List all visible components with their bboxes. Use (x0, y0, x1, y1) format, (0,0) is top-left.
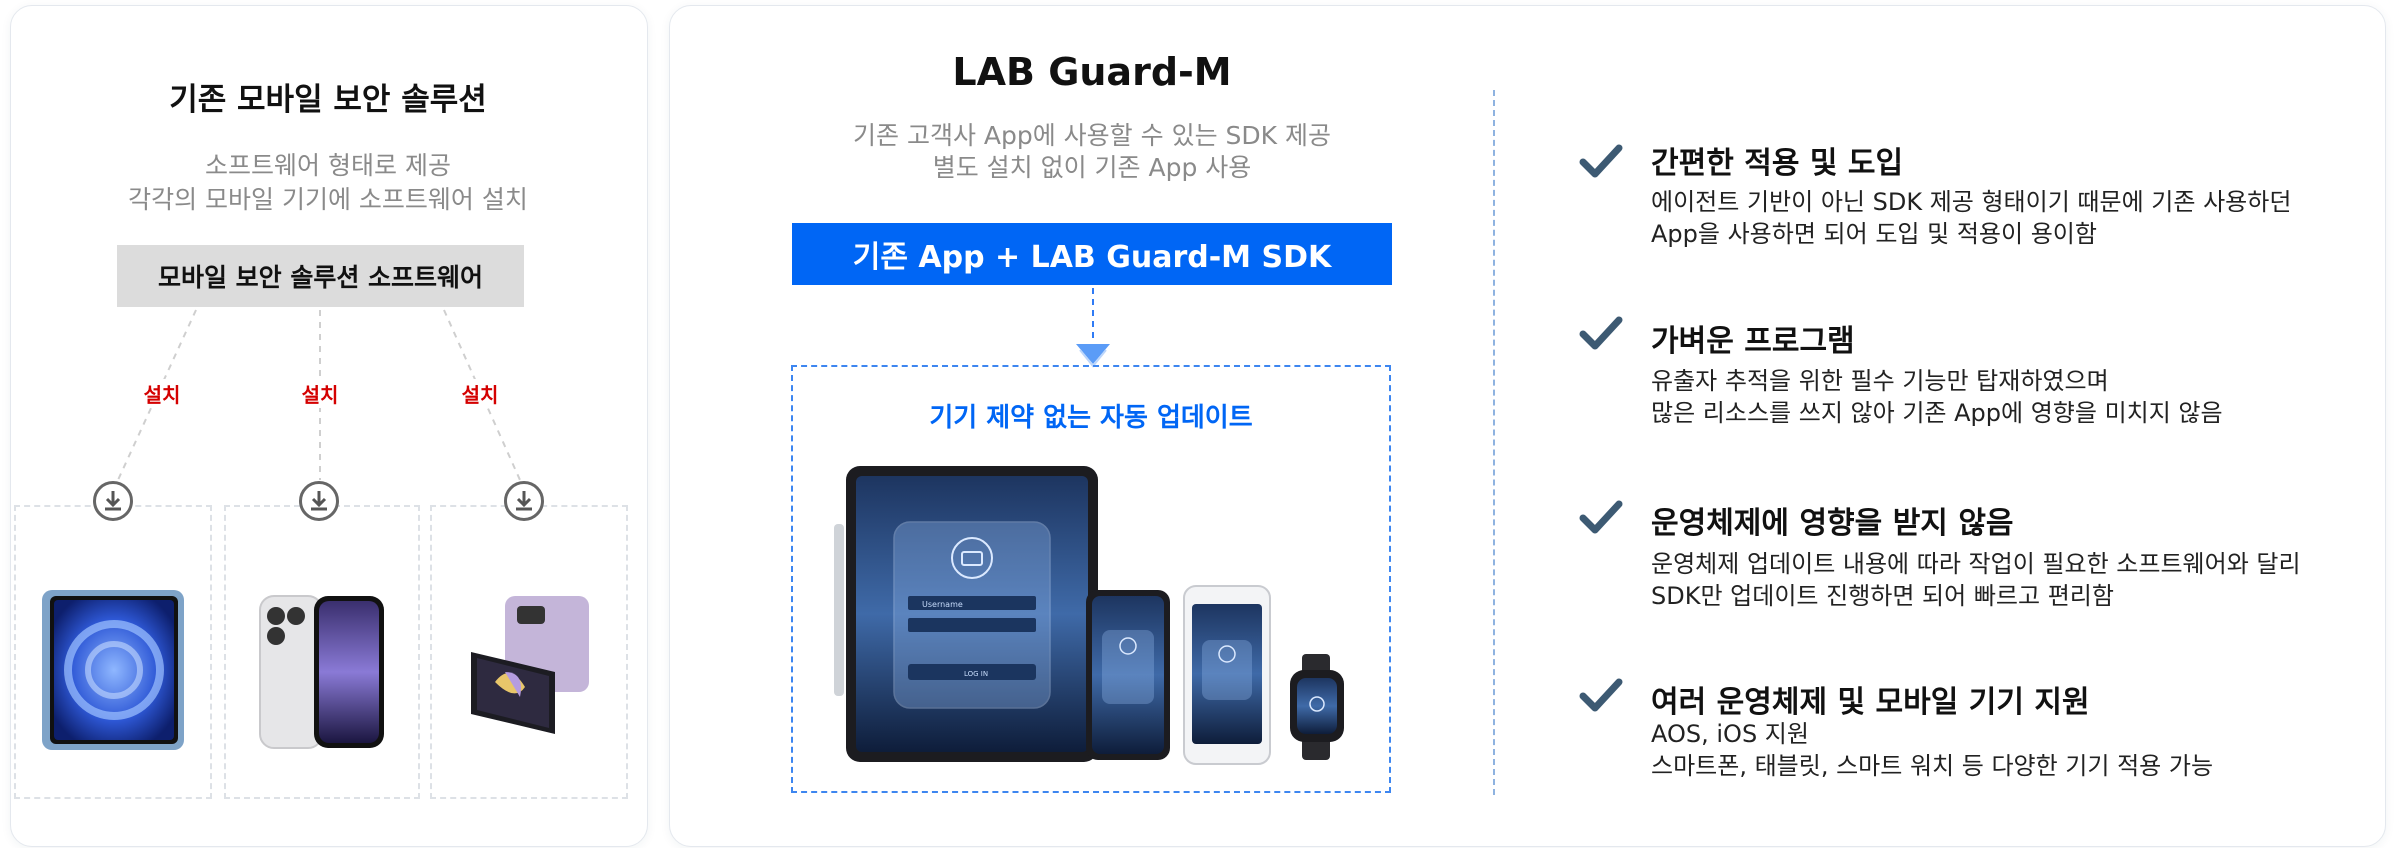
install-label-2: 설치 (280, 379, 360, 408)
product-desc-line1: 기존 고객사 App에 사용할 수 있는 SDK 제공 (853, 121, 1331, 150)
feature-heading-1: 간편한 적용 및 도입 (1651, 146, 1904, 181)
feature-heading-4: 여러 운영체제 및 모바일 기기 지원 (1651, 685, 2090, 720)
mock-login: LOG IN (964, 670, 988, 678)
install-label-3: 설치 (440, 379, 520, 408)
foldable-device-image (471, 596, 589, 734)
product-title: LAB Guard-M (952, 50, 1232, 94)
check-icon (1579, 144, 1623, 178)
update-label: 기기 제약 없는 자동 업데이트 (929, 403, 1253, 433)
sdk-box: 기존 App + LAB Guard-M SDK (792, 223, 1392, 285)
feature-line-4a: AOS, iOS 지원 (1651, 720, 1809, 748)
multi-device-illustration: Username LOG IN (834, 466, 1344, 765)
download-icon (93, 481, 133, 521)
tablet-device-image (42, 590, 184, 750)
feature-line-3b: SDK만 업데이트 진행하면 되어 빠르고 편리함 (1651, 582, 2114, 610)
divider (1493, 90, 1495, 795)
feature-line-3a: 운영체제 업데이트 내용에 따라 작업이 필요한 소프트웨어와 달리 (1651, 550, 2301, 578)
feature-heading-2: 가벼운 프로그램 (1651, 324, 1855, 359)
check-icon (1579, 500, 1623, 534)
product-desc-line2: 별도 설치 없이 기존 App 사용 (932, 153, 1252, 182)
install-label-1: 설치 (122, 379, 202, 408)
feature-line-1b: App을 사용하면 되어 도입 및 적용이 용이함 (1651, 220, 2097, 248)
check-icon (1579, 316, 1623, 350)
sdk-label: 기존 App + LAB Guard-M SDK (852, 240, 1332, 275)
mock-username: Username (922, 600, 963, 609)
download-icon (299, 481, 339, 521)
download-icon (504, 481, 544, 521)
install-connectors (117, 309, 521, 481)
feature-line-2b: 많은 리소스를 쓰지 않아 기존 App에 영향을 미치지 않음 (1651, 399, 2223, 427)
check-icon (1579, 678, 1623, 712)
feature-line-1a: 에이전트 기반이 아닌 SDK 제공 형태이기 때문에 기존 사용하던 (1651, 188, 2292, 216)
sdk-down-arrow (1076, 288, 1110, 368)
feature-line-2a: 유출자 추적을 위한 필수 기능만 탑재하였으며 (1651, 367, 2109, 395)
phone-device-image (259, 595, 384, 749)
feature-heading-3: 운영체제에 영향을 받지 않음 (1651, 506, 2014, 541)
feature-line-4b: 스마트폰, 태블릿, 스마트 워치 등 다양한 기기 적용 가능 (1651, 752, 2214, 780)
